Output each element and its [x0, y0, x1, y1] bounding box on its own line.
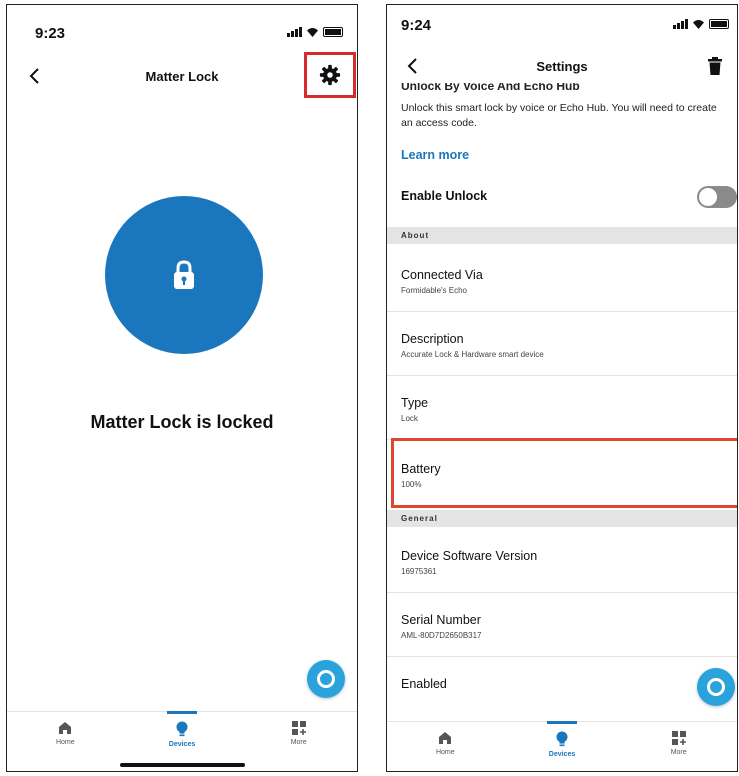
nav-home[interactable]: Home [387, 722, 504, 771]
setting-row-type[interactable]: Type Lock [387, 376, 737, 440]
alexa-button[interactable] [697, 668, 735, 706]
enable-unlock-row: Enable Unlock [387, 175, 737, 219]
nav-label: Home [55, 739, 75, 746]
setting-value: 16975361 [401, 567, 437, 576]
setting-row-software-version[interactable]: Device Software Version 16975361 [387, 529, 737, 593]
nav-label: Devices [548, 751, 576, 758]
page-title: Settings [536, 59, 588, 74]
setting-value: Formidable's Echo [401, 286, 467, 295]
setting-row-battery[interactable]: Battery 100% [387, 442, 737, 506]
setting-title: Type [401, 396, 429, 410]
setting-title: Description [401, 332, 464, 346]
alexa-icon [707, 678, 725, 696]
lock-toggle-button[interactable] [105, 196, 263, 354]
nav-more[interactable]: More [240, 712, 357, 768]
trash-icon[interactable] [707, 57, 723, 75]
home-indicator [120, 763, 245, 767]
unlock-description: Unlock this smart lock by voice or Echo … [401, 102, 717, 129]
signal-icon [287, 27, 302, 37]
section-header-about: About [387, 227, 737, 244]
alexa-icon [317, 670, 335, 688]
nav-label: More [670, 749, 687, 756]
status-bar: 9:23 [7, 5, 357, 49]
setting-row-enabled[interactable]: Enabled [387, 657, 737, 721]
nav-devices[interactable]: Devices [124, 711, 241, 768]
settings-button[interactable] [304, 52, 356, 98]
bottom-nav: Home Devices More [7, 711, 357, 768]
more-icon [291, 721, 306, 735]
setting-row-description[interactable]: Description Accurate Lock & Hardware sma… [387, 312, 737, 376]
lock-screen: 9:23 Matter Lock Matter Lock is locked H… [6, 4, 358, 772]
home-icon [59, 722, 72, 734]
status-time: 9:24 [401, 17, 432, 34]
setting-value: 100% [401, 480, 422, 489]
setting-title: Connected Via [401, 268, 483, 282]
nav-devices[interactable]: Devices [504, 721, 621, 771]
enable-unlock-toggle[interactable] [697, 186, 737, 208]
status-time: 9:23 [35, 25, 66, 42]
battery-icon [323, 27, 343, 37]
setting-title: Enabled [401, 677, 447, 691]
setting-row-serial-number[interactable]: Serial Number AML-80D7D2650B317 [387, 593, 737, 657]
nav-label: More [290, 739, 307, 746]
enable-unlock-label: Enable Unlock [401, 189, 488, 203]
setting-row-connected-via[interactable]: Connected Via Formidable's Echo [387, 248, 737, 312]
setting-value: Accurate Lock & Hardware smart device [401, 350, 544, 359]
setting-title: Serial Number [401, 613, 481, 627]
bottom-nav: Home Devices More [387, 721, 737, 771]
settings-header: Settings [387, 43, 737, 83]
status-icons [673, 19, 729, 29]
devices-icon [176, 721, 188, 737]
battery-icon [709, 19, 729, 29]
home-icon [439, 732, 452, 744]
status-icons [287, 27, 343, 37]
devices-icon [556, 731, 568, 747]
wifi-icon [693, 20, 704, 29]
wifi-icon [307, 28, 318, 37]
setting-value: Lock [401, 414, 418, 423]
nav-home[interactable]: Home [7, 712, 124, 768]
nav-label: Home [435, 749, 455, 756]
setting-title: Device Software Version [401, 549, 538, 563]
alexa-button[interactable] [307, 660, 345, 698]
gear-icon [319, 64, 341, 86]
lock-icon [174, 260, 194, 289]
setting-value: AML-80D7D2650B317 [401, 631, 482, 640]
toggle-knob [699, 188, 717, 206]
section-header-general: General [387, 510, 737, 527]
more-icon [671, 731, 686, 745]
setting-title: Battery [401, 462, 441, 476]
nav-label: Devices [168, 741, 196, 748]
settings-screen: 9:24 Unlock By Voice And Echo Hub Settin… [386, 4, 738, 772]
signal-icon [673, 19, 688, 29]
nav-more[interactable]: More [620, 722, 737, 771]
learn-more-link[interactable]: Learn more [401, 148, 469, 162]
lock-status-text: Matter Lock is locked [90, 412, 274, 432]
